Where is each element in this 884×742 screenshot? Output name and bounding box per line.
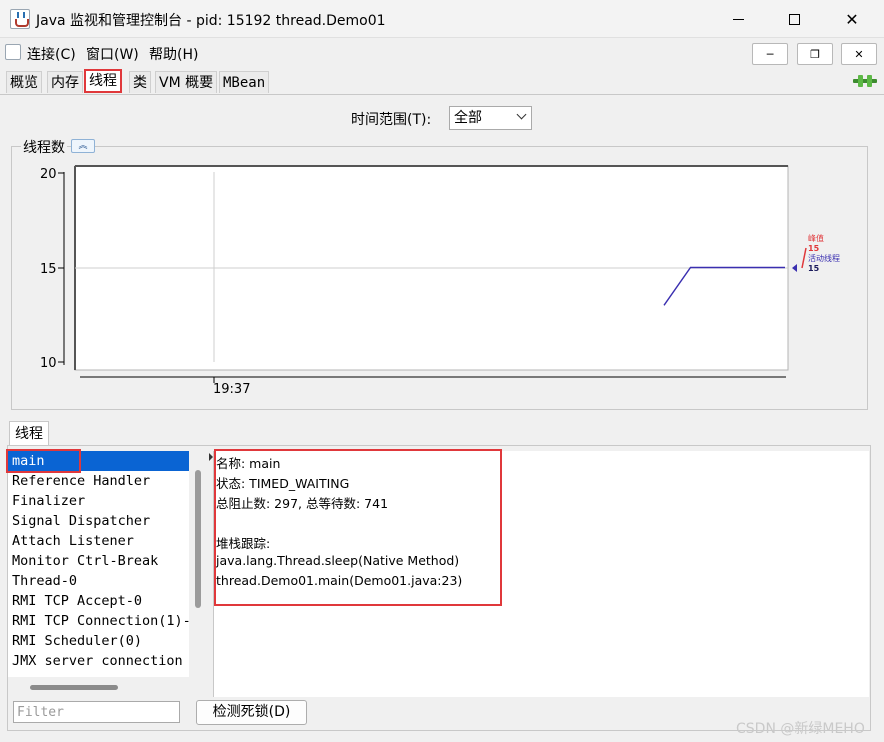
thread-item[interactable]: Finalizer — [8, 491, 189, 511]
time-range-label: 时间范围(T): — [351, 112, 432, 128]
thread-filter-input[interactable] — [13, 701, 180, 723]
tab-overview[interactable]: 概览 — [6, 71, 42, 93]
tab-classes[interactable]: 类 — [129, 71, 151, 93]
time-range-value: 全部 — [454, 110, 482, 126]
menu-connect[interactable]: 连接(C) — [27, 44, 76, 64]
window-title: Java 监视和管理控制台 - pid: 15192 thread.Demo01 — [36, 13, 386, 29]
double-chevron-up-icon: ︽ — [78, 141, 88, 151]
thread-item[interactable]: RMI TCP Accept-0 — [8, 591, 189, 611]
close-button[interactable]: ✕ — [826, 0, 878, 38]
thread-item[interactable]: RMI TCP Connection(1)- — [8, 611, 189, 631]
thread-list[interactable]: main Reference Handler Finalizer Signal … — [8, 451, 189, 677]
maximize-button[interactable] — [768, 0, 820, 38]
tab-threads[interactable]: 线程 — [84, 69, 122, 93]
thread-item[interactable]: Signal Dispatcher — [8, 511, 189, 531]
thread-state-line: 状态: TIMED_WAITING — [216, 476, 350, 491]
internal-restore-button[interactable]: ❐ — [797, 43, 833, 65]
time-range-select[interactable]: 全部 — [449, 106, 532, 130]
stack-trace-header: 堆栈跟踪: — [216, 536, 271, 551]
thread-item[interactable]: Attach Listener — [8, 531, 189, 551]
restore-icon: ❐ — [810, 47, 820, 61]
thread-counts-line: 总阻止数: 297, 总等待数: 741 — [216, 496, 389, 511]
collapse-chart-button[interactable]: ︽ — [71, 139, 95, 153]
threads-section-tab[interactable]: 线程 — [9, 421, 49, 446]
thread-name-line: 名称: main — [216, 456, 281, 471]
connection-status-icon — [853, 75, 877, 87]
minimize-button[interactable] — [712, 0, 764, 38]
close-icon: ✕ — [845, 9, 859, 29]
chart-title: 线程数 — [21, 137, 67, 157]
chevron-down-icon — [516, 109, 527, 120]
stack-frame: java.lang.Thread.sleep(Native Method) — [216, 553, 460, 568]
internal-minimize-button[interactable]: ─ — [752, 43, 788, 65]
maximize-icon — [788, 13, 800, 25]
menu-help[interactable]: 帮助(H) — [149, 44, 198, 64]
menu-window[interactable]: 窗口(W) — [86, 44, 139, 64]
thread-item[interactable]: JMX server connection — [8, 651, 189, 671]
thread-count-panel — [11, 146, 868, 410]
tab-mbean[interactable]: MBean — [219, 71, 270, 93]
tab-vm-summary[interactable]: VM 概要 — [155, 71, 218, 93]
thread-list-hscroll-thumb[interactable] — [30, 685, 118, 690]
watermark: CSDN @新绿MEHO — [736, 721, 865, 737]
thread-item[interactable]: Thread-0 — [8, 571, 189, 591]
detect-deadlock-button[interactable]: 检测死锁(D) — [196, 700, 307, 725]
tab-memory[interactable]: 内存 — [47, 71, 83, 93]
minimize-icon: ─ — [766, 47, 774, 61]
close-icon: ✕ — [854, 47, 864, 61]
thread-item[interactable]: RMI Scheduler(0) — [8, 631, 189, 651]
title-bar: Java 监视和管理控制台 - pid: 15192 thread.Demo01… — [0, 0, 884, 38]
thread-list-scroll-thumb[interactable] — [195, 470, 201, 608]
minimize-icon — [732, 18, 744, 20]
internal-close-button[interactable]: ✕ — [841, 43, 877, 65]
tab-bar: 概览 内存 线程 类 VM 概要 MBean — [0, 68, 884, 95]
java-app-icon — [10, 9, 30, 29]
thread-item-main[interactable]: main — [8, 451, 189, 471]
thread-item[interactable]: Monitor Ctrl-Break — [8, 551, 189, 571]
internal-frame-icon — [5, 44, 21, 60]
stack-frame: thread.Demo01.main(Demo01.java:23) — [216, 573, 463, 588]
thread-item[interactable]: Reference Handler — [8, 471, 189, 491]
